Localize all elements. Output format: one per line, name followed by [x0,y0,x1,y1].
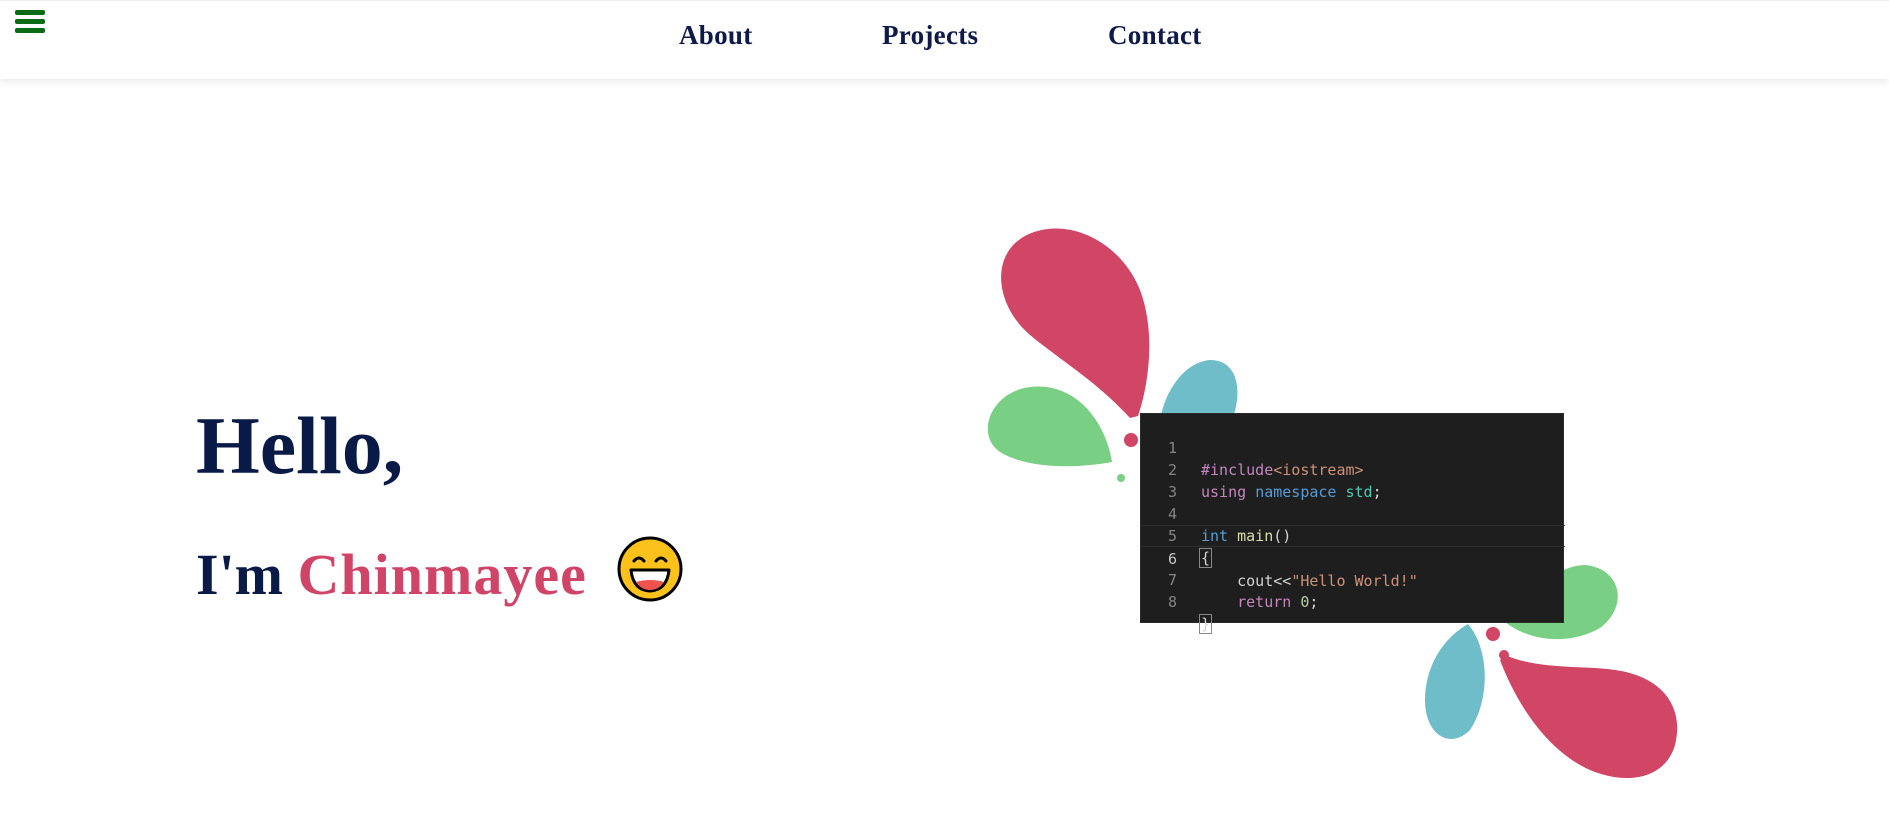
code-line: 8 } [1141,569,1565,634]
green-splash-top [987,386,1112,467]
hamburger-menu-icon[interactable] [15,9,45,35]
hero-name: Chinmayee [297,542,587,607]
nav-link-projects[interactable]: Projects [882,20,978,51]
code-line: 4 int main() [1141,481,1565,545]
code-editor-window: 1 #include<iostream> 2 using namespace s… [1140,413,1565,634]
blue-splash-top [1160,360,1238,420]
code-text: return 0; [1237,593,1319,611]
top-navbar: About Projects Contact [0,0,1889,79]
grinning-face-emoji-icon [617,536,683,602]
code-line: 2 using namespace std; [1141,437,1565,501]
blue-splash-bottom [1425,624,1485,739]
red-splash-bottom [1500,655,1678,778]
code-line: 3 [1141,459,1565,501]
hero-greeting: Hello, [196,400,404,491]
code-text: } [1199,614,1213,634]
code-line: 5 { [1141,503,1565,568]
nav-link-contact[interactable]: Contact [1108,20,1202,51]
code-line: 1 #include<iostream> [1141,415,1565,479]
hero-intro-prefix: I'm [196,542,298,607]
hero-intro: I'm Chinmayee [196,536,683,610]
nav-link-about[interactable]: About [679,20,753,51]
code-line-active: 6 cout<<"Hello World!" [1141,525,1565,590]
code-line: 7 return 0; [1141,547,1565,611]
line-number: 8 [1167,593,1177,611]
